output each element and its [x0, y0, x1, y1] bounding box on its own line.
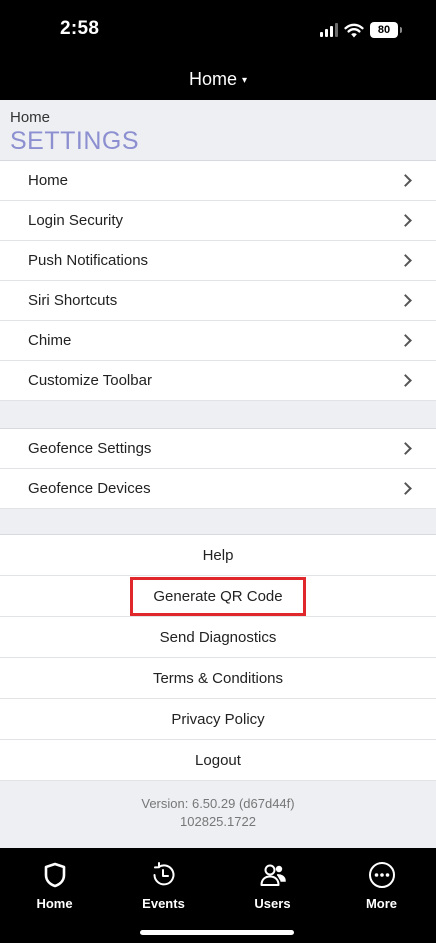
settings-row-geofence-settings[interactable]: Geofence Settings — [0, 429, 436, 469]
settings-group-primary: Home Login Security Push Notifications S… — [0, 161, 436, 401]
chevron-right-icon — [399, 254, 412, 267]
terms-conditions-link[interactable]: Terms & Conditions — [0, 658, 436, 699]
section-divider — [0, 509, 436, 535]
chevron-right-icon — [399, 174, 412, 187]
status-time: 2:58 — [60, 18, 100, 39]
row-label: Customize Toolbar — [28, 372, 152, 389]
settings-row-home[interactable]: Home — [0, 161, 436, 201]
action-list: Help Generate QR Code Send Diagnostics T… — [0, 535, 436, 781]
shield-icon — [44, 862, 65, 888]
send-diagnostics-button[interactable]: Send Diagnostics — [0, 617, 436, 658]
status-icons: 80 — [320, 21, 402, 39]
tab-events[interactable]: Events — [109, 848, 218, 918]
chevron-right-icon — [399, 482, 412, 495]
row-label: Geofence Devices — [28, 480, 151, 497]
settings-row-customize-toolbar[interactable]: Customize Toolbar — [0, 361, 436, 401]
settings-row-chime[interactable]: Chime — [0, 321, 436, 361]
tab-label: Events — [142, 896, 185, 911]
row-label: Siri Shortcuts — [28, 292, 118, 309]
generate-qr-code-button[interactable]: Generate QR Code — [130, 576, 306, 616]
more-icon — [368, 862, 395, 888]
battery-icon: 80 — [370, 22, 402, 38]
tab-bar: Home Events Users More — [0, 848, 436, 943]
chevron-right-icon — [399, 374, 412, 387]
caret-down-icon: ▾ — [241, 75, 248, 86]
tab-label: Users — [254, 896, 291, 911]
chevron-right-icon — [399, 442, 412, 455]
settings-row-push-notifications[interactable]: Push Notifications — [0, 241, 436, 281]
tab-users[interactable]: Users — [218, 848, 327, 918]
build-number: 102825.1722 — [180, 814, 256, 829]
status-bar: 2:58 80 — [0, 0, 436, 58]
help-button[interactable]: Help — [0, 535, 436, 576]
row-label: Geofence Settings — [28, 440, 152, 457]
generate-qr-row: Generate QR Code — [0, 576, 436, 617]
chevron-right-icon — [399, 334, 412, 347]
breadcrumb: Home — [10, 109, 51, 126]
version-info: Version: 6.50.29 (d67d44f) 102825.1722 — [0, 781, 436, 831]
logout-button[interactable]: Logout — [0, 740, 436, 781]
section-divider — [0, 401, 436, 429]
settings-header: Home SETTINGS — [0, 100, 436, 161]
row-label: Push Notifications — [28, 252, 149, 269]
nav-bar: Home ▾ — [0, 58, 436, 100]
tab-more[interactable]: More — [327, 848, 436, 918]
users-icon — [260, 864, 286, 886]
tab-label: More — [365, 896, 398, 911]
settings-row-login-security[interactable]: Login Security — [0, 201, 436, 241]
settings-row-geofence-devices[interactable]: Geofence Devices — [0, 469, 436, 509]
location-selector[interactable]: Home ▾ — [189, 69, 247, 90]
row-label: Chime — [28, 332, 72, 349]
settings-row-siri-shortcuts[interactable]: Siri Shortcuts — [0, 281, 436, 321]
tab-label: Home — [36, 896, 73, 911]
chevron-right-icon — [399, 214, 412, 227]
cellular-signal-icon — [320, 23, 338, 37]
wifi-icon — [344, 23, 364, 37]
page-title: SETTINGS — [10, 127, 140, 155]
version-text: Version: 6.50.29 (d67d44f) — [141, 796, 295, 811]
tab-home[interactable]: Home — [0, 848, 109, 918]
privacy-policy-link[interactable]: Privacy Policy — [0, 699, 436, 740]
home-indicator — [140, 930, 294, 935]
row-label: Login Security — [28, 212, 124, 229]
clock-history-icon — [153, 862, 174, 886]
row-label: Home — [28, 172, 69, 189]
settings-group-geofence: Geofence Settings Geofence Devices — [0, 429, 436, 509]
settings-content: Home SETTINGS Home Login Security Push N… — [0, 100, 436, 848]
chevron-right-icon — [399, 294, 412, 307]
nav-title: Home — [188, 68, 237, 89]
